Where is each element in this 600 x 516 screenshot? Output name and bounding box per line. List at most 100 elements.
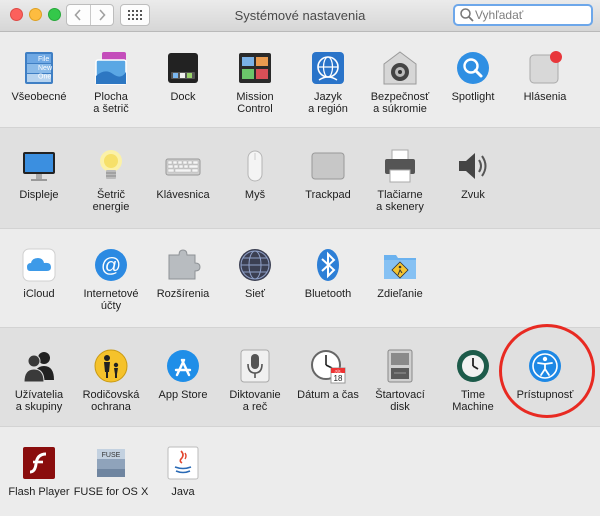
flash-player-icon [21,445,57,481]
extensions-icon [165,247,201,283]
notifications-icon [527,50,563,86]
pref-label: Displeje [19,189,59,201]
section-personal: File New One Všeobecné Plocha a šetrič D… [0,33,600,128]
spotlight-icon [455,50,491,86]
section-other: Flash Player FUSE FUSE for OS X Java [0,427,600,516]
pref-label: FUSE for OS X [73,486,149,498]
general-icon: File New One [21,50,57,86]
mouse-icon [237,148,273,184]
bluetooth-icon [310,247,346,283]
pref-extensions[interactable]: Rozšírenia [145,247,221,300]
section-internet-wireless: iCloud @ Internetové účty Rozšírenia Sie… [0,229,600,328]
language-icon [310,50,346,86]
time-machine-icon [455,348,491,384]
title-bar: Systémové nastavenia [0,0,600,32]
pref-spotlight[interactable]: Spotlight [435,50,511,103]
pref-energy-saver[interactable]: Šetrič energie [73,148,149,213]
pref-keyboard[interactable]: Klávesnica [145,148,221,201]
pref-label: Zdieľanie [377,288,423,300]
sound-icon [455,148,491,184]
pref-dock[interactable]: Dock [145,50,221,103]
pref-time-machine[interactable]: Time Machine [435,348,511,413]
calendar-month: JÚL [334,368,342,373]
pref-trackpad[interactable]: Trackpad [290,148,366,201]
section-system: Užívatelia a skupiny Rodičovská ochrana [0,328,600,427]
security-icon [382,50,418,86]
pref-label: Spotlight [451,91,495,103]
pref-flash-player[interactable]: Flash Player [1,445,77,498]
pref-bluetooth[interactable]: Bluetooth [290,247,366,300]
trackpad-icon [310,148,346,184]
pref-java[interactable]: Java [145,445,221,498]
pref-label: Rodičovská ochrana [82,389,140,413]
pref-app-store[interactable]: App Store [145,348,221,401]
pref-label: App Store [158,389,208,401]
printer-icon [382,148,418,184]
pref-label: Myš [244,189,266,201]
pref-icloud[interactable]: iCloud [1,247,77,300]
users-icon [21,348,57,384]
pref-label: Trackpad [305,189,351,201]
pref-label: Všeobecné [11,91,67,103]
startup-disk-icon [382,348,418,384]
pref-label: Bezpečnosť a súkromie [370,91,430,115]
pref-label: Štartovací disk [375,389,425,413]
energy-saver-icon [93,148,129,184]
network-icon [237,247,273,283]
desktop-icon [93,50,129,86]
pref-sound[interactable]: Zvuk [435,148,511,201]
pref-label: iCloud [23,288,55,300]
fuse-icon-text: FUSE [102,452,121,459]
system-preferences-window: Systémové nastavenia FileNewOne Všeobecn… [0,0,600,516]
pref-accessibility[interactable]: Prístupnosť [507,348,583,401]
app-store-icon [165,348,201,384]
dock-icon [165,50,201,86]
pref-label: Internetové účty [83,288,139,312]
accessibility-icon [527,348,563,384]
pref-label: Diktovanie a reč [229,389,281,413]
pref-label: Zvuk [461,189,485,201]
pref-label: Dock [170,91,196,103]
pref-label: Šetrič energie [92,189,130,213]
pref-desktop-screensaver[interactable]: Plocha a šetrič [73,50,149,115]
dictation-icon [237,348,273,384]
fuse-icon: FUSE [93,445,129,481]
pref-label: Mission Control [236,91,274,115]
pref-language-region[interactable]: Jazyk a región [290,50,366,115]
pref-label: Time Machine [452,389,494,413]
displays-icon [21,148,57,184]
pref-parental-controls[interactable]: Rodičovská ochrana [73,348,149,413]
pref-fuse[interactable]: FUSE FUSE for OS X [73,445,149,498]
pref-mission-control[interactable]: Mission Control [217,50,293,115]
pref-internet-accounts[interactable]: @ Internetové účty [73,247,149,312]
svg-text:@: @ [101,255,121,277]
pref-label: Tlačiarne a skenery [376,189,424,213]
pref-label: Dátum a čas [297,389,359,401]
pref-sharing[interactable]: Zdieľanie [362,247,438,300]
search-input[interactable] [475,8,585,22]
pref-label: Java [171,486,195,498]
mission-control-icon [237,50,273,86]
pref-mouse[interactable]: Myš [217,148,293,201]
pref-label: Bluetooth [304,288,352,300]
pref-label: Prístupnosť [516,389,574,401]
search-field[interactable] [453,4,593,26]
pref-printers-scanners[interactable]: Tlačiarne a skenery [362,148,438,213]
pref-displays[interactable]: Displeje [1,148,77,201]
internet-accounts-icon: @ [93,247,129,283]
pref-users-groups[interactable]: Užívatelia a skupiny [1,348,77,413]
pref-network[interactable]: Sieť [217,247,293,300]
pref-general[interactable]: File New One Všeobecné [1,50,77,103]
pref-notifications[interactable]: Hlásenia [507,50,583,103]
pref-label: Sieť [244,288,266,300]
java-icon [165,445,201,481]
pref-label: Plocha a šetrič [93,91,129,115]
pref-dictation-speech[interactable]: Diktovanie a reč [217,348,293,413]
icloud-icon [21,247,57,283]
pref-label: Užívatelia a skupiny [14,389,64,413]
pref-security-privacy[interactable]: Bezpečnosť a súkromie [362,50,438,115]
calendar-day: 18 [334,374,343,383]
pref-date-time[interactable]: JÚL 18 Dátum a čas [290,348,366,401]
pref-startup-disk[interactable]: Štartovací disk [362,348,438,413]
pref-label: Rozšírenia [156,288,210,300]
